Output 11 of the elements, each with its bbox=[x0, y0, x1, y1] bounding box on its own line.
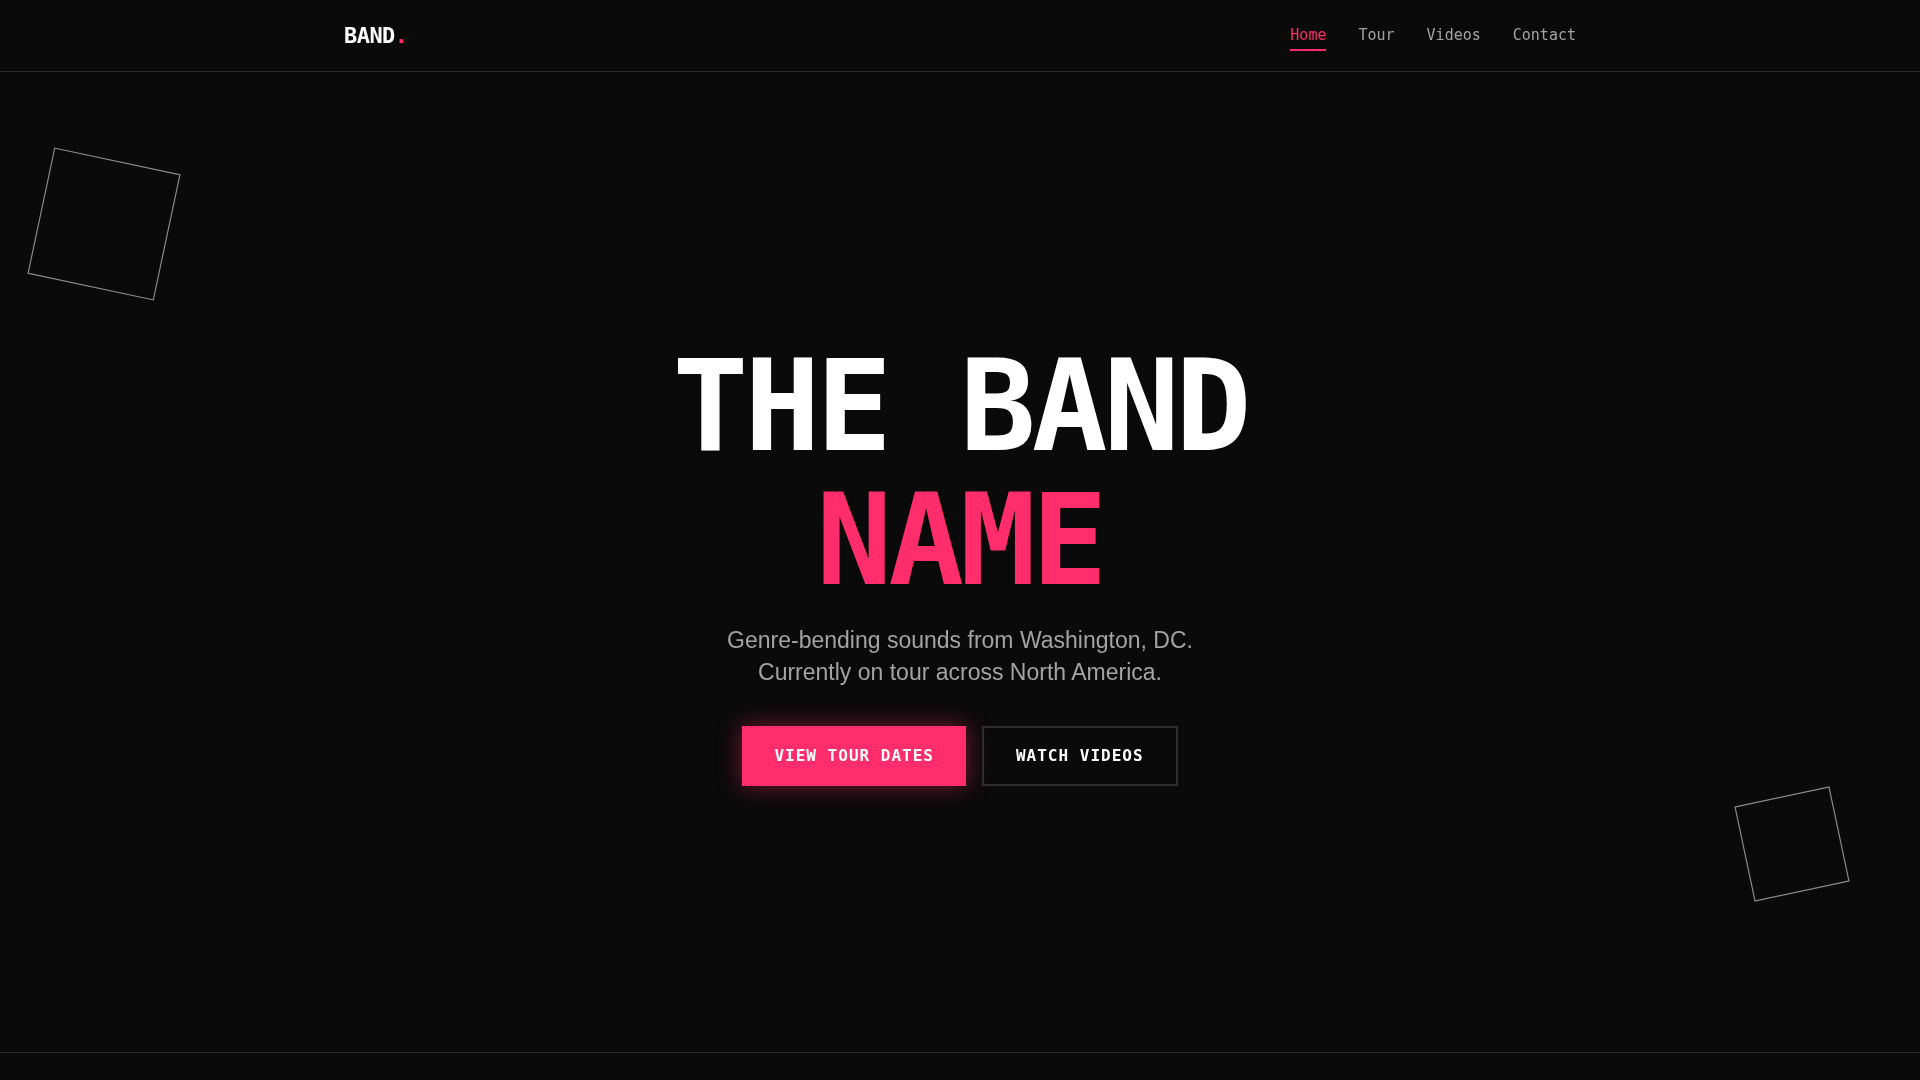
nav-link[interactable]: Home bbox=[1290, 20, 1327, 51]
view-tour-dates-button[interactable]: VIEW TOUR DATES bbox=[742, 726, 966, 786]
nav-link[interactable]: Contact bbox=[1512, 20, 1576, 51]
hero-title: THE BAND bbox=[672, 340, 1248, 474]
hero-subtitle: Currently on tour across North America. bbox=[758, 658, 1162, 687]
nav-link[interactable]: Tour bbox=[1358, 20, 1395, 51]
watch-videos-button[interactable]: WATCH VIDEOS bbox=[981, 726, 1178, 786]
hero-subtitle: Genre-bending sounds from Washington, DC. bbox=[727, 626, 1193, 655]
hero-title: NAME bbox=[816, 474, 1104, 608]
nav-link[interactable]: Videos bbox=[1426, 20, 1481, 51]
logo[interactable]: BAND. bbox=[344, 19, 408, 52]
